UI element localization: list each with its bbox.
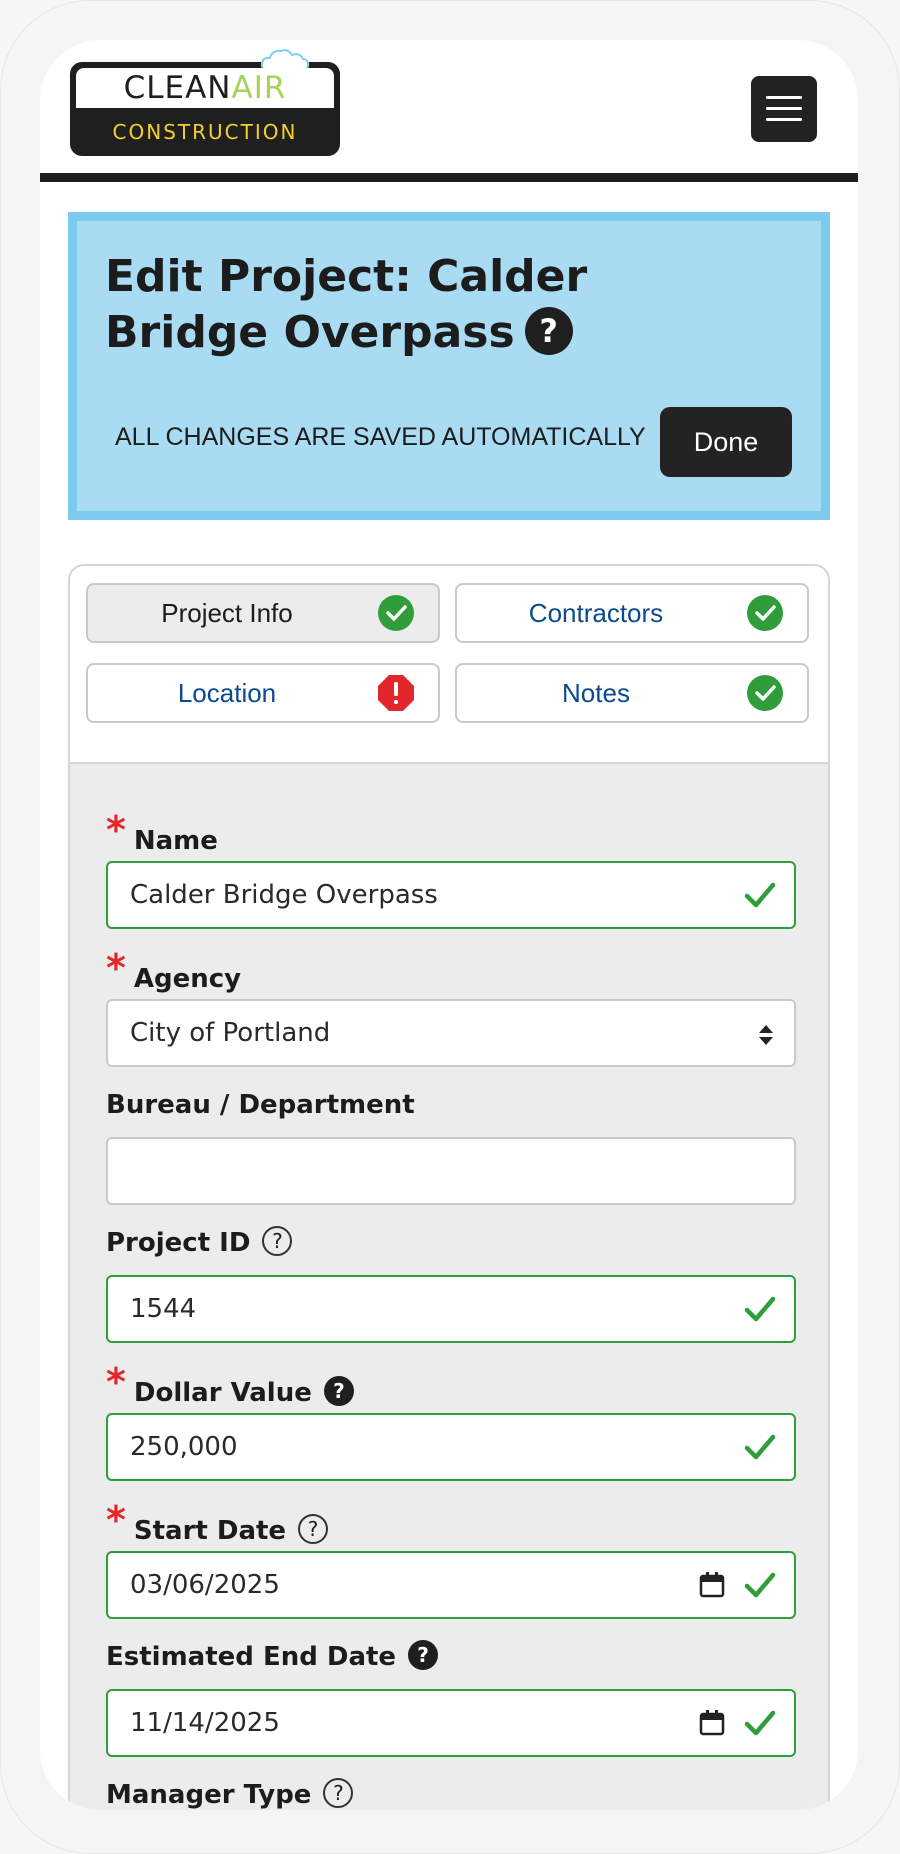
- check-icon: [744, 1434, 776, 1460]
- dollar-value-input[interactable]: 250,000: [106, 1413, 796, 1481]
- label-text: Project ID: [106, 1228, 251, 1258]
- help-filled-icon[interactable]: ?: [323, 1375, 354, 1406]
- help-outline-icon[interactable]: ?: [323, 1777, 354, 1808]
- cleanair-logo[interactable]: CLEANAIR CONSTRUCTION: [70, 49, 340, 156]
- input-value: Calder Bridge Overpass: [130, 880, 438, 910]
- check-icon: [744, 1296, 776, 1322]
- check-circle-icon: [747, 675, 783, 711]
- agency-label: * Agency: [106, 946, 242, 996]
- logo-wordmark: CLEANAIR: [76, 68, 334, 108]
- tab-contractors[interactable]: Contractors: [455, 583, 809, 643]
- edit-project-banner: Edit Project: Calder Bridge Overpass? AL…: [68, 212, 830, 520]
- start-date-label: * Start Date?: [106, 1498, 329, 1548]
- required-asterisk: *: [106, 946, 126, 990]
- agency-select[interactable]: City of Portland: [106, 999, 796, 1067]
- input-value: 250,000: [130, 1432, 238, 1462]
- check-icon: [744, 1710, 776, 1736]
- header-divider: [40, 173, 858, 182]
- done-button[interactable]: Done: [660, 407, 792, 477]
- menu-bar: [766, 107, 802, 110]
- help-icon[interactable]: ?: [524, 307, 573, 355]
- required-asterisk: *: [106, 1498, 126, 1542]
- site-header: CLEANAIR CONSTRUCTION: [40, 40, 858, 182]
- help-filled-icon[interactable]: ?: [408, 1639, 439, 1670]
- tab-label: Project Info: [161, 598, 293, 628]
- label-text: Manager Type: [106, 1780, 312, 1810]
- label-text: Estimated End Date: [106, 1642, 397, 1672]
- logo-air-text: AIR: [231, 70, 287, 106]
- help-outline-icon[interactable]: ?: [298, 1513, 329, 1544]
- project-info-form: * Name Calder Bridge Overpass * Agency Cit…: [70, 762, 828, 1810]
- tab-label: Notes: [562, 678, 630, 708]
- required-asterisk: *: [106, 808, 126, 852]
- sort-arrows-icon: [759, 1025, 773, 1045]
- required-asterisk: *: [106, 1360, 126, 1404]
- bureau-label: Bureau / Department: [106, 1090, 415, 1120]
- input-value: 1544: [130, 1294, 197, 1324]
- autosave-notice: ALL CHANGES ARE SAVED AUTOMATICALLY: [115, 423, 646, 451]
- bureau-input[interactable]: [106, 1137, 796, 1205]
- page-title-text: Edit Project: Calder Bridge Overpass: [105, 251, 588, 358]
- logo-subtitle: CONSTRUCTION: [112, 120, 298, 144]
- end-date-label: Estimated End Date?: [106, 1639, 439, 1673]
- label-text: Start Date: [133, 1516, 287, 1546]
- hamburger-menu-button[interactable]: [751, 76, 817, 142]
- menu-bar: [766, 118, 802, 121]
- calendar-icon[interactable]: [698, 1709, 726, 1737]
- project-id-input[interactable]: 1544: [106, 1275, 796, 1343]
- tab-project-info[interactable]: Project Info: [86, 583, 440, 643]
- check-circle-icon: [747, 595, 783, 631]
- check-circle-icon: [378, 595, 414, 631]
- select-value: City of Portland: [130, 1018, 331, 1048]
- page-title: Edit Project: Calder Bridge Overpass?: [105, 249, 745, 361]
- error-octagon-icon: [378, 675, 414, 711]
- start-date-input[interactable]: 03/06/2025: [106, 1551, 796, 1619]
- device-frame: CLEANAIR CONSTRUCTION Edit Project: Cald…: [0, 0, 900, 1854]
- tab-notes[interactable]: Notes: [455, 663, 809, 723]
- tab-label: Location: [177, 678, 277, 708]
- input-value: 11/14/2025: [130, 1708, 280, 1738]
- menu-bar: [766, 96, 802, 99]
- manager-type-label: Manager Type?: [106, 1777, 354, 1810]
- tab-label: Contractors: [528, 598, 664, 628]
- dollar-value-label: * Dollar Value?: [106, 1360, 354, 1410]
- logo-clean-text: CLEAN: [123, 70, 232, 106]
- name-label: * Name: [106, 808, 218, 858]
- screen: CLEANAIR CONSTRUCTION Edit Project: Cald…: [40, 40, 858, 1810]
- calendar-icon[interactable]: [698, 1571, 726, 1599]
- label-text: Name: [133, 826, 218, 856]
- name-input[interactable]: Calder Bridge Overpass: [106, 861, 796, 929]
- label-text: Agency: [133, 964, 242, 994]
- check-icon: [744, 882, 776, 908]
- end-date-input[interactable]: 11/14/2025: [106, 1689, 796, 1757]
- input-value: 03/06/2025: [130, 1570, 280, 1600]
- check-icon: [744, 1572, 776, 1598]
- help-outline-icon[interactable]: ?: [262, 1225, 293, 1256]
- project-form-card: Project Info Contractors Location Notes …: [68, 564, 830, 1810]
- tab-location[interactable]: Location: [86, 663, 440, 723]
- label-text: Dollar Value: [133, 1378, 312, 1408]
- project-id-label: Project ID?: [106, 1225, 293, 1259]
